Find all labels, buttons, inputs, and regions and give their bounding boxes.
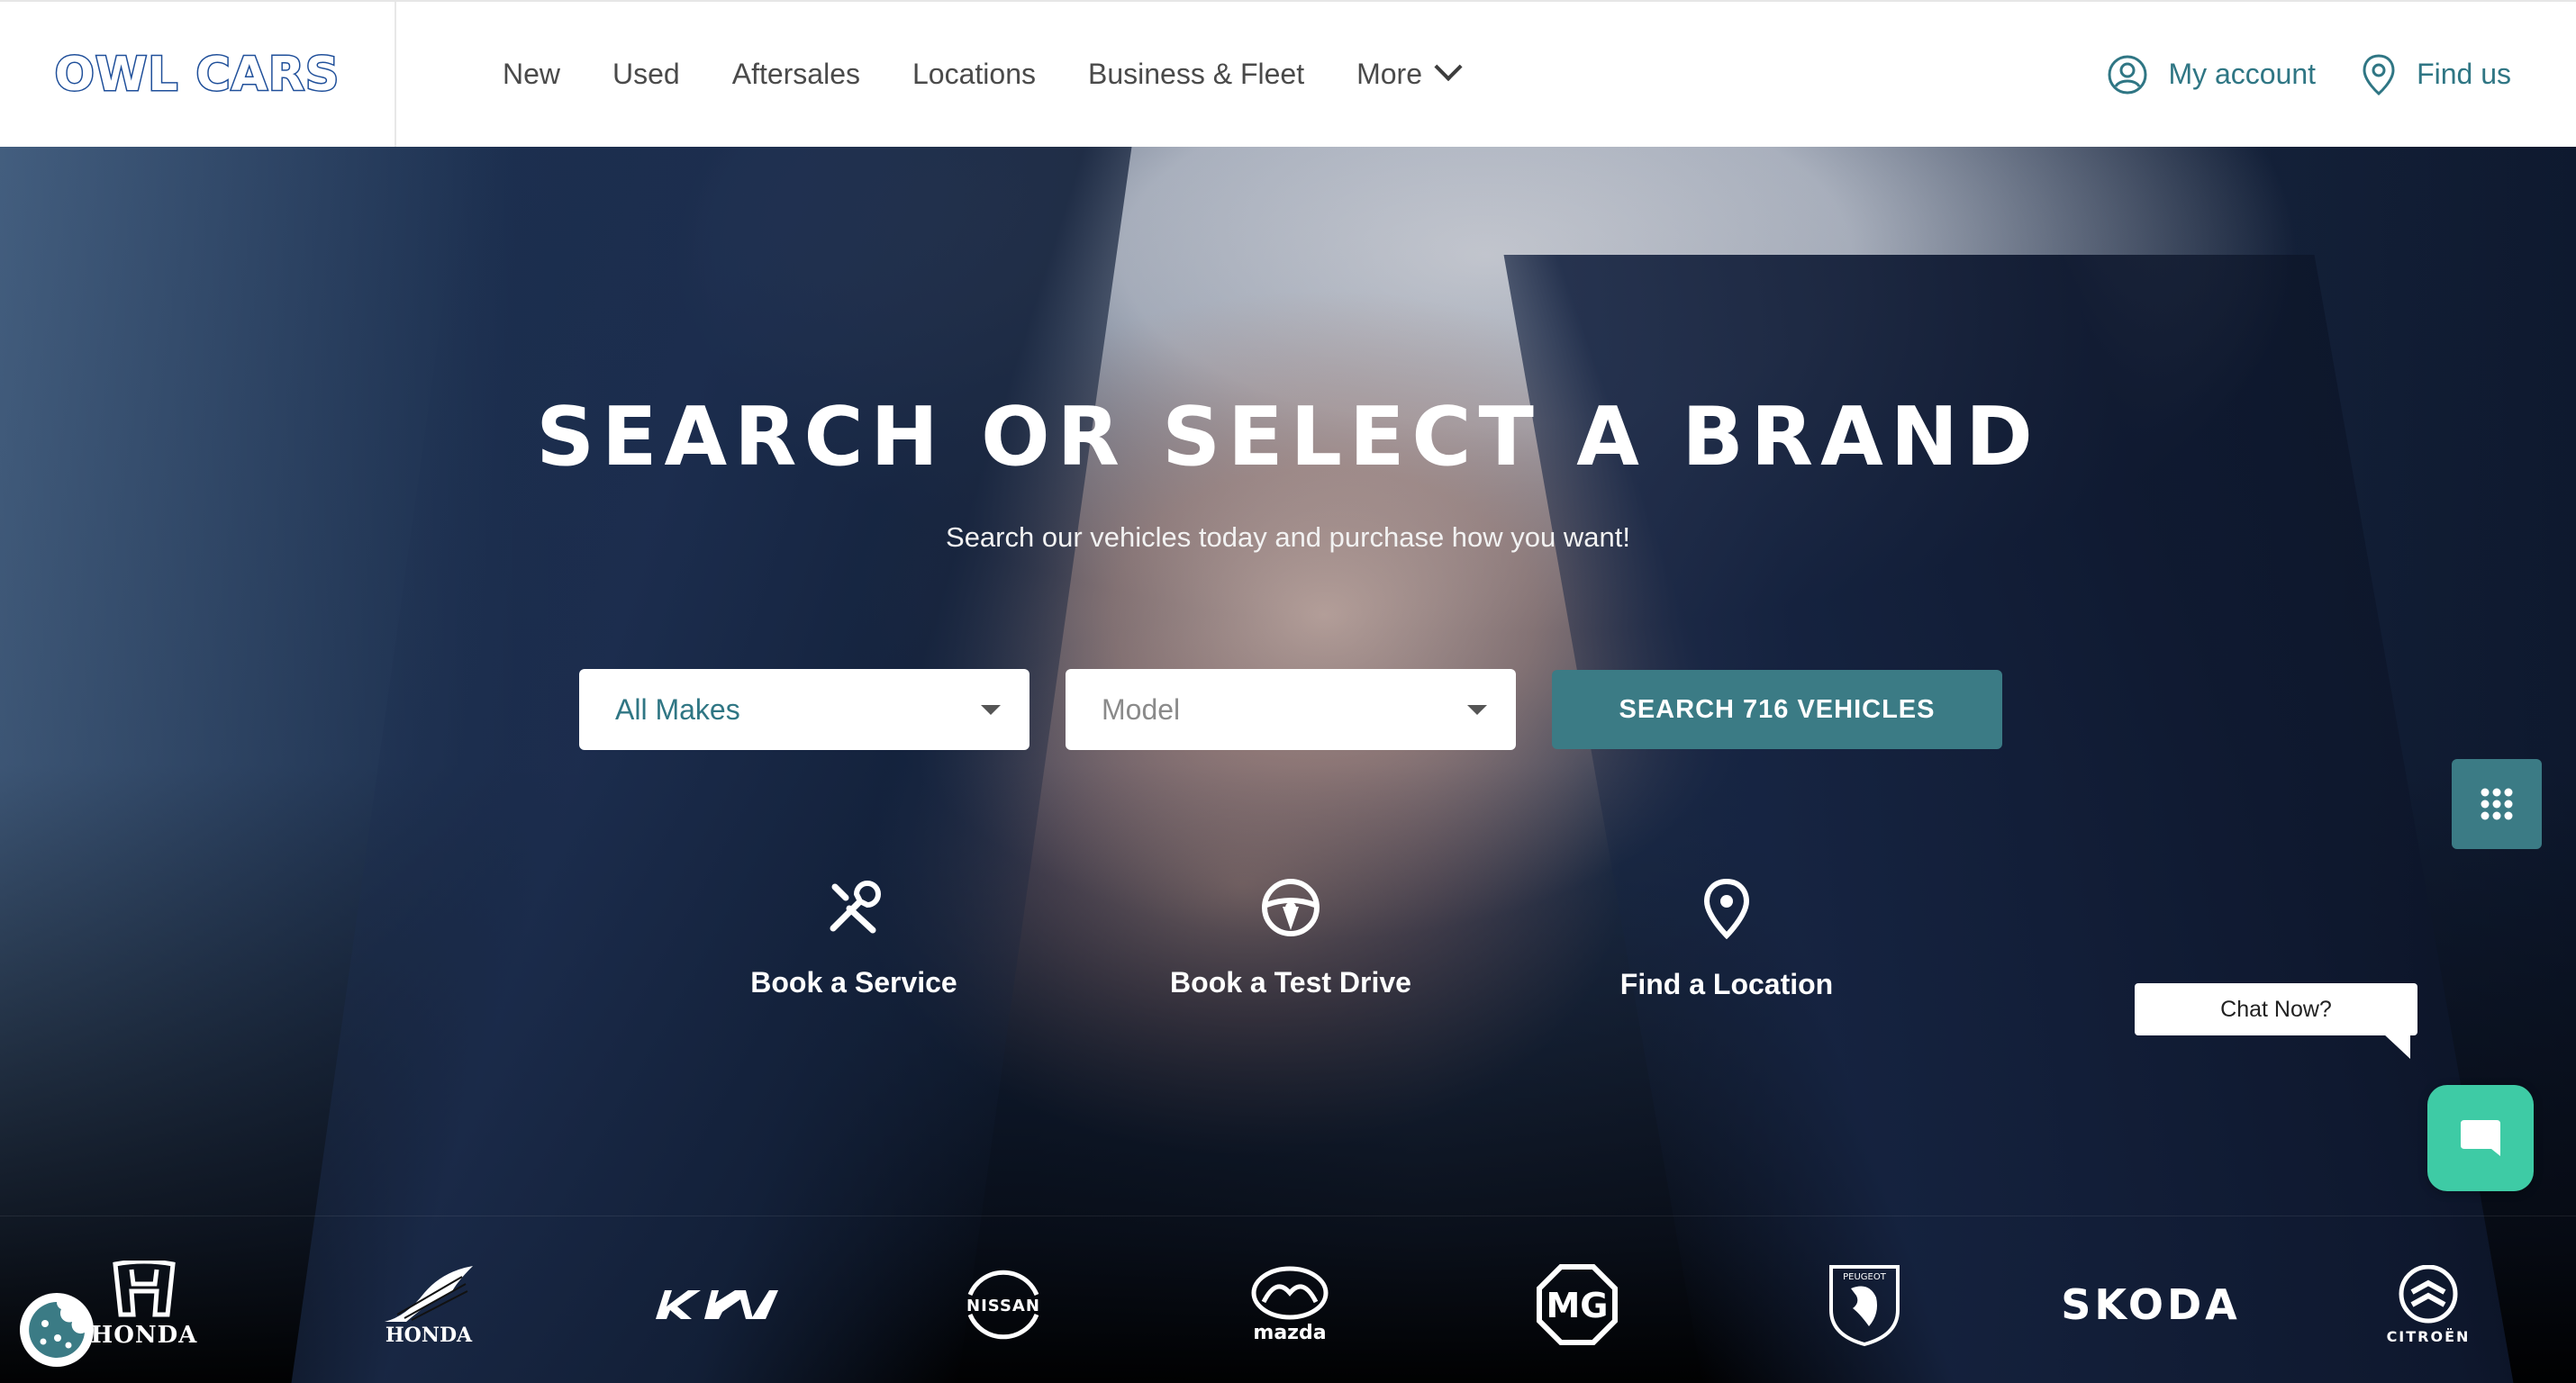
site-logo[interactable]: OWL CARS: [53, 46, 340, 103]
peugeot-logo: PEUGEOT: [1829, 1265, 1900, 1347]
site-header: OWL CARS New Used Aftersales Locations B…: [0, 0, 2576, 147]
brand-honda-1-name: HONDA: [90, 1322, 198, 1349]
grid-dots-icon: [2481, 788, 2513, 820]
nav-used[interactable]: Used: [612, 58, 680, 91]
brand-nissan[interactable]: NISSAN: [904, 1260, 1102, 1350]
nav-business-fleet-label: Business & Fleet: [1087, 58, 1305, 90]
nav-used-label: Used: [612, 58, 680, 90]
brand-mazda-name: mazda: [1253, 1321, 1327, 1344]
model-select[interactable]: Model: [1066, 669, 1516, 750]
tools-icon: [830, 881, 881, 934]
book-service-label: Book a Service: [750, 966, 957, 999]
brand-peugeot[interactable]: PEUGEOT: [1765, 1260, 1964, 1350]
map-pin-icon: [2363, 53, 2395, 95]
hero-subtitle: Search our vehicles today and purchase h…: [946, 521, 1630, 553]
find-us-label: Find us: [2417, 58, 2511, 90]
book-test-drive-link[interactable]: Book a Test Drive: [1138, 878, 1444, 999]
brand-skoda[interactable]: SKODA: [2052, 1260, 2250, 1350]
caret-down-icon: [1467, 705, 1487, 715]
brand-citroen[interactable]: CITROËN: [2338, 1260, 2518, 1350]
chat-icon: [2461, 1120, 2500, 1156]
brand-mazda[interactable]: mazda: [1191, 1260, 1389, 1350]
location-pin-icon: [1703, 878, 1750, 939]
brand-honda-2-name: HONDA: [385, 1324, 473, 1347]
nav-business-fleet[interactable]: Business & Fleet: [1088, 58, 1304, 91]
kia-logo: [656, 1290, 778, 1319]
chat-prompt-bubble[interactable]: Chat Now?: [2135, 983, 2417, 1059]
make-select[interactable]: All Makes: [579, 669, 1029, 750]
find-location-link[interactable]: Find a Location: [1574, 878, 1880, 1001]
caret-down-icon: [981, 705, 1001, 715]
nav-aftersales-label: Aftersales: [731, 58, 860, 90]
search-vehicles-label: SEARCH 716 VEHICLES: [1619, 694, 1936, 724]
brand-mg[interactable]: MG: [1478, 1260, 1676, 1350]
logo-container[interactable]: OWL CARS: [0, 2, 396, 147]
steering-wheel-icon: [1262, 879, 1320, 936]
honda-wing-logo: [385, 1266, 473, 1322]
brand-skoda-name: SKODA: [2061, 1280, 2241, 1329]
book-service-link[interactable]: Book a Service: [701, 878, 1007, 999]
nav-aftersales[interactable]: Aftersales: [732, 58, 860, 91]
nav-new-label: New: [503, 58, 561, 90]
brand-carousel: HONDA HONDA NISSAN mazda MG PEUGEOT SKOD…: [0, 1216, 2576, 1383]
make-select-value: All Makes: [615, 692, 740, 726]
model-select-placeholder: Model: [1102, 692, 1181, 726]
mg-logo: MG: [1537, 1264, 1618, 1345]
nav-more[interactable]: More: [1356, 52, 1463, 91]
nissan-logo: NISSAN: [966, 1270, 1040, 1340]
honda-logo: [113, 1261, 176, 1317]
nav-locations-label: Locations: [912, 58, 1036, 90]
svg-text:NISSAN: NISSAN: [966, 1297, 1040, 1315]
find-us-link[interactable]: Find us: [2361, 53, 2511, 96]
svg-text:MG: MG: [1546, 1286, 1608, 1325]
hero-banner: SEARCH OR SELECT A BRAND Search our vehi…: [0, 147, 2576, 1383]
apps-grid-button[interactable]: [2452, 759, 2542, 849]
nav-new[interactable]: New: [503, 58, 560, 91]
brand-kia[interactable]: [618, 1260, 816, 1350]
main-nav: New Used Aftersales Locations Business &…: [503, 52, 1510, 91]
brand-honda-2[interactable]: HONDA: [330, 1260, 528, 1350]
chat-open-button[interactable]: [2427, 1085, 2534, 1191]
cookie-settings-button[interactable]: [20, 1293, 94, 1367]
find-location-label: Find a Location: [1619, 968, 1834, 1000]
hero-content: SEARCH OR SELECT A BRAND Search our vehi…: [0, 147, 2576, 1383]
user-circle-icon: [2108, 55, 2147, 94]
nav-more-label: More: [1356, 58, 1422, 90]
chevron-down-icon: [1434, 52, 1463, 81]
brand-citroen-name: CITROËN: [2386, 1327, 2471, 1345]
book-test-drive-label: Book a Test Drive: [1170, 966, 1411, 999]
chat-prompt-text: Chat Now?: [2220, 996, 2332, 1022]
my-account-label: My account: [2168, 58, 2317, 90]
my-account-link[interactable]: My account: [2107, 54, 2316, 95]
header-actions: My account Find us: [2062, 2, 2511, 147]
hero-title: SEARCH OR SELECT A BRAND: [536, 390, 2040, 484]
citroen-logo: [2399, 1264, 2458, 1323]
search-vehicles-button[interactable]: SEARCH 716 VEHICLES: [1552, 670, 2002, 749]
svg-text:PEUGEOT: PEUGEOT: [1843, 1272, 1887, 1282]
cookie-icon: [29, 1302, 85, 1358]
mazda-logo: [1251, 1266, 1329, 1319]
nav-locations[interactable]: Locations: [912, 58, 1036, 91]
